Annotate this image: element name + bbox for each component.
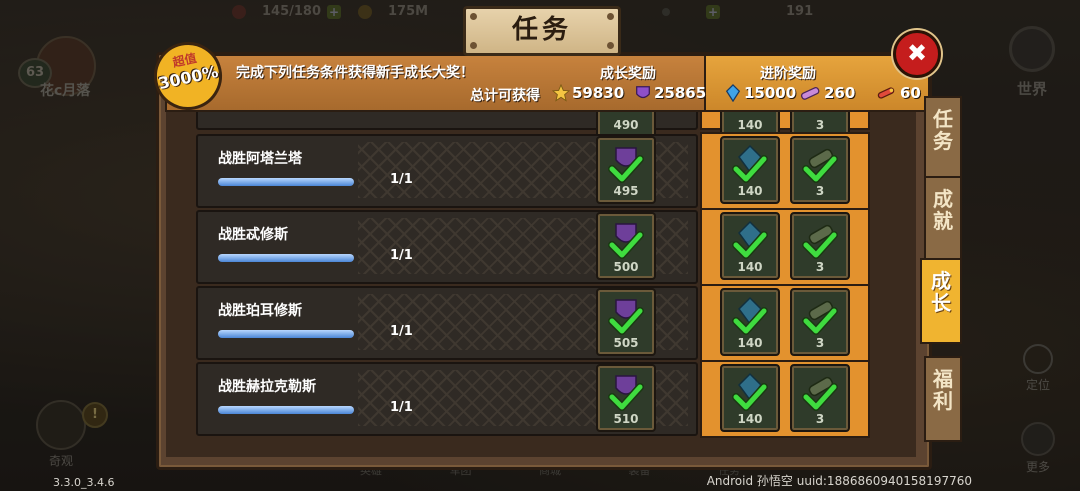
- growth-reward-slot[interactable]: 500: [596, 212, 656, 280]
- total-blue-crystals: 15000: [724, 84, 796, 102]
- advanced-crystal-slot[interactable]: 140: [720, 136, 780, 204]
- tab-growth[interactable]: 成长: [920, 258, 962, 344]
- checkmark-icon: [608, 307, 644, 335]
- task-name: 战胜阿塔兰塔: [218, 151, 302, 167]
- task-progress-text: 1/1: [390, 248, 413, 263]
- purple-shield-icon: [636, 86, 650, 99]
- advanced-item-slot[interactable]: 3: [790, 288, 850, 356]
- task-progress-text: 1/1: [390, 172, 413, 187]
- reward-amount: 505: [613, 336, 639, 350]
- total-purple-gems: 25865: [634, 84, 706, 102]
- task-progress-text: 1/1: [390, 324, 413, 339]
- checkmark-icon: [732, 155, 768, 183]
- advanced-item-slot[interactable]: 3: [790, 212, 850, 280]
- header-description: 完成下列任务条件获得新手成长大奖！: [236, 65, 474, 81]
- task-progress-fill: [218, 254, 354, 262]
- advanced-reward-label: 进阶奖励: [760, 66, 816, 82]
- task-progress-bar: [218, 406, 354, 414]
- device-text: Android 孙悟空 uuid:1886860940158197760: [706, 474, 972, 488]
- version-text: 3.3.0_3.4.6: [53, 476, 115, 489]
- star-icon: [552, 84, 570, 102]
- crystal-amount: 140: [737, 336, 763, 350]
- checkmark-icon: [802, 383, 838, 411]
- crystal-amount: 140: [737, 184, 763, 198]
- rocket-icon: [877, 87, 895, 99]
- window-title: 任务: [463, 6, 621, 56]
- task-progress-fill: [218, 330, 354, 338]
- task-name: 战胜忒修斯: [218, 227, 288, 243]
- advanced-item-slot[interactable]: 3: [790, 364, 850, 432]
- task-progress-bar: [218, 330, 354, 338]
- task-progress-bar: [218, 178, 354, 186]
- task-progress-fill: [218, 178, 354, 186]
- growth-reward-slot[interactable]: 505: [596, 288, 656, 356]
- window-title-text: 任务: [511, 15, 572, 45]
- reward-amount: 510: [613, 412, 639, 426]
- item-amount: 3: [815, 184, 825, 198]
- scroll-icon: [800, 87, 820, 100]
- checkmark-icon: [608, 231, 644, 259]
- growth-reward-slot[interactable]: 495: [596, 136, 656, 204]
- checkmark-icon: [608, 383, 644, 411]
- checkmark-icon: [732, 231, 768, 259]
- tab-achievements[interactable]: 成就: [924, 176, 962, 262]
- checkmark-icon: [802, 155, 838, 183]
- crystal-amount: 140: [737, 412, 763, 426]
- checkmark-icon: [732, 307, 768, 335]
- reward-amount: 495: [613, 184, 639, 198]
- close-button[interactable]: ✖: [893, 30, 941, 78]
- crystal-amount: 140: [737, 260, 763, 274]
- advanced-crystal-slot[interactable]: 140: [720, 364, 780, 432]
- task-progress-text: 1/1: [390, 400, 413, 415]
- total-label: 总计可获得: [470, 88, 540, 104]
- checkmark-icon: [802, 231, 838, 259]
- total-scrolls: 260: [798, 84, 855, 102]
- reward-amount: 500: [613, 260, 639, 274]
- item-amount: 3: [815, 412, 825, 426]
- task-name: 战胜珀耳修斯: [218, 303, 302, 319]
- checkmark-icon: [608, 155, 644, 183]
- checkmark-icon: [802, 307, 838, 335]
- total-rockets: 60: [874, 84, 921, 102]
- item-amount: 3: [815, 260, 825, 274]
- growth-reward-slot[interactable]: 510: [596, 364, 656, 432]
- task-progress-fill: [218, 406, 354, 414]
- tab-tasks[interactable]: 任务: [924, 96, 962, 182]
- advanced-crystal-slot[interactable]: 140: [720, 288, 780, 356]
- task-name: 战胜赫拉克勒斯: [218, 379, 316, 395]
- total-stars: 59830: [552, 84, 624, 102]
- task-progress-bar: [218, 254, 354, 262]
- tab-welfare[interactable]: 福利: [924, 356, 962, 442]
- blue-crystal-icon: [725, 84, 741, 102]
- grow-reward-label: 成长奖励: [600, 66, 656, 82]
- checkmark-icon: [732, 383, 768, 411]
- item-amount: 3: [815, 336, 825, 350]
- advanced-item-slot[interactable]: 3: [790, 136, 850, 204]
- advanced-crystal-slot[interactable]: 140: [720, 212, 780, 280]
- close-icon: ✖: [906, 39, 928, 67]
